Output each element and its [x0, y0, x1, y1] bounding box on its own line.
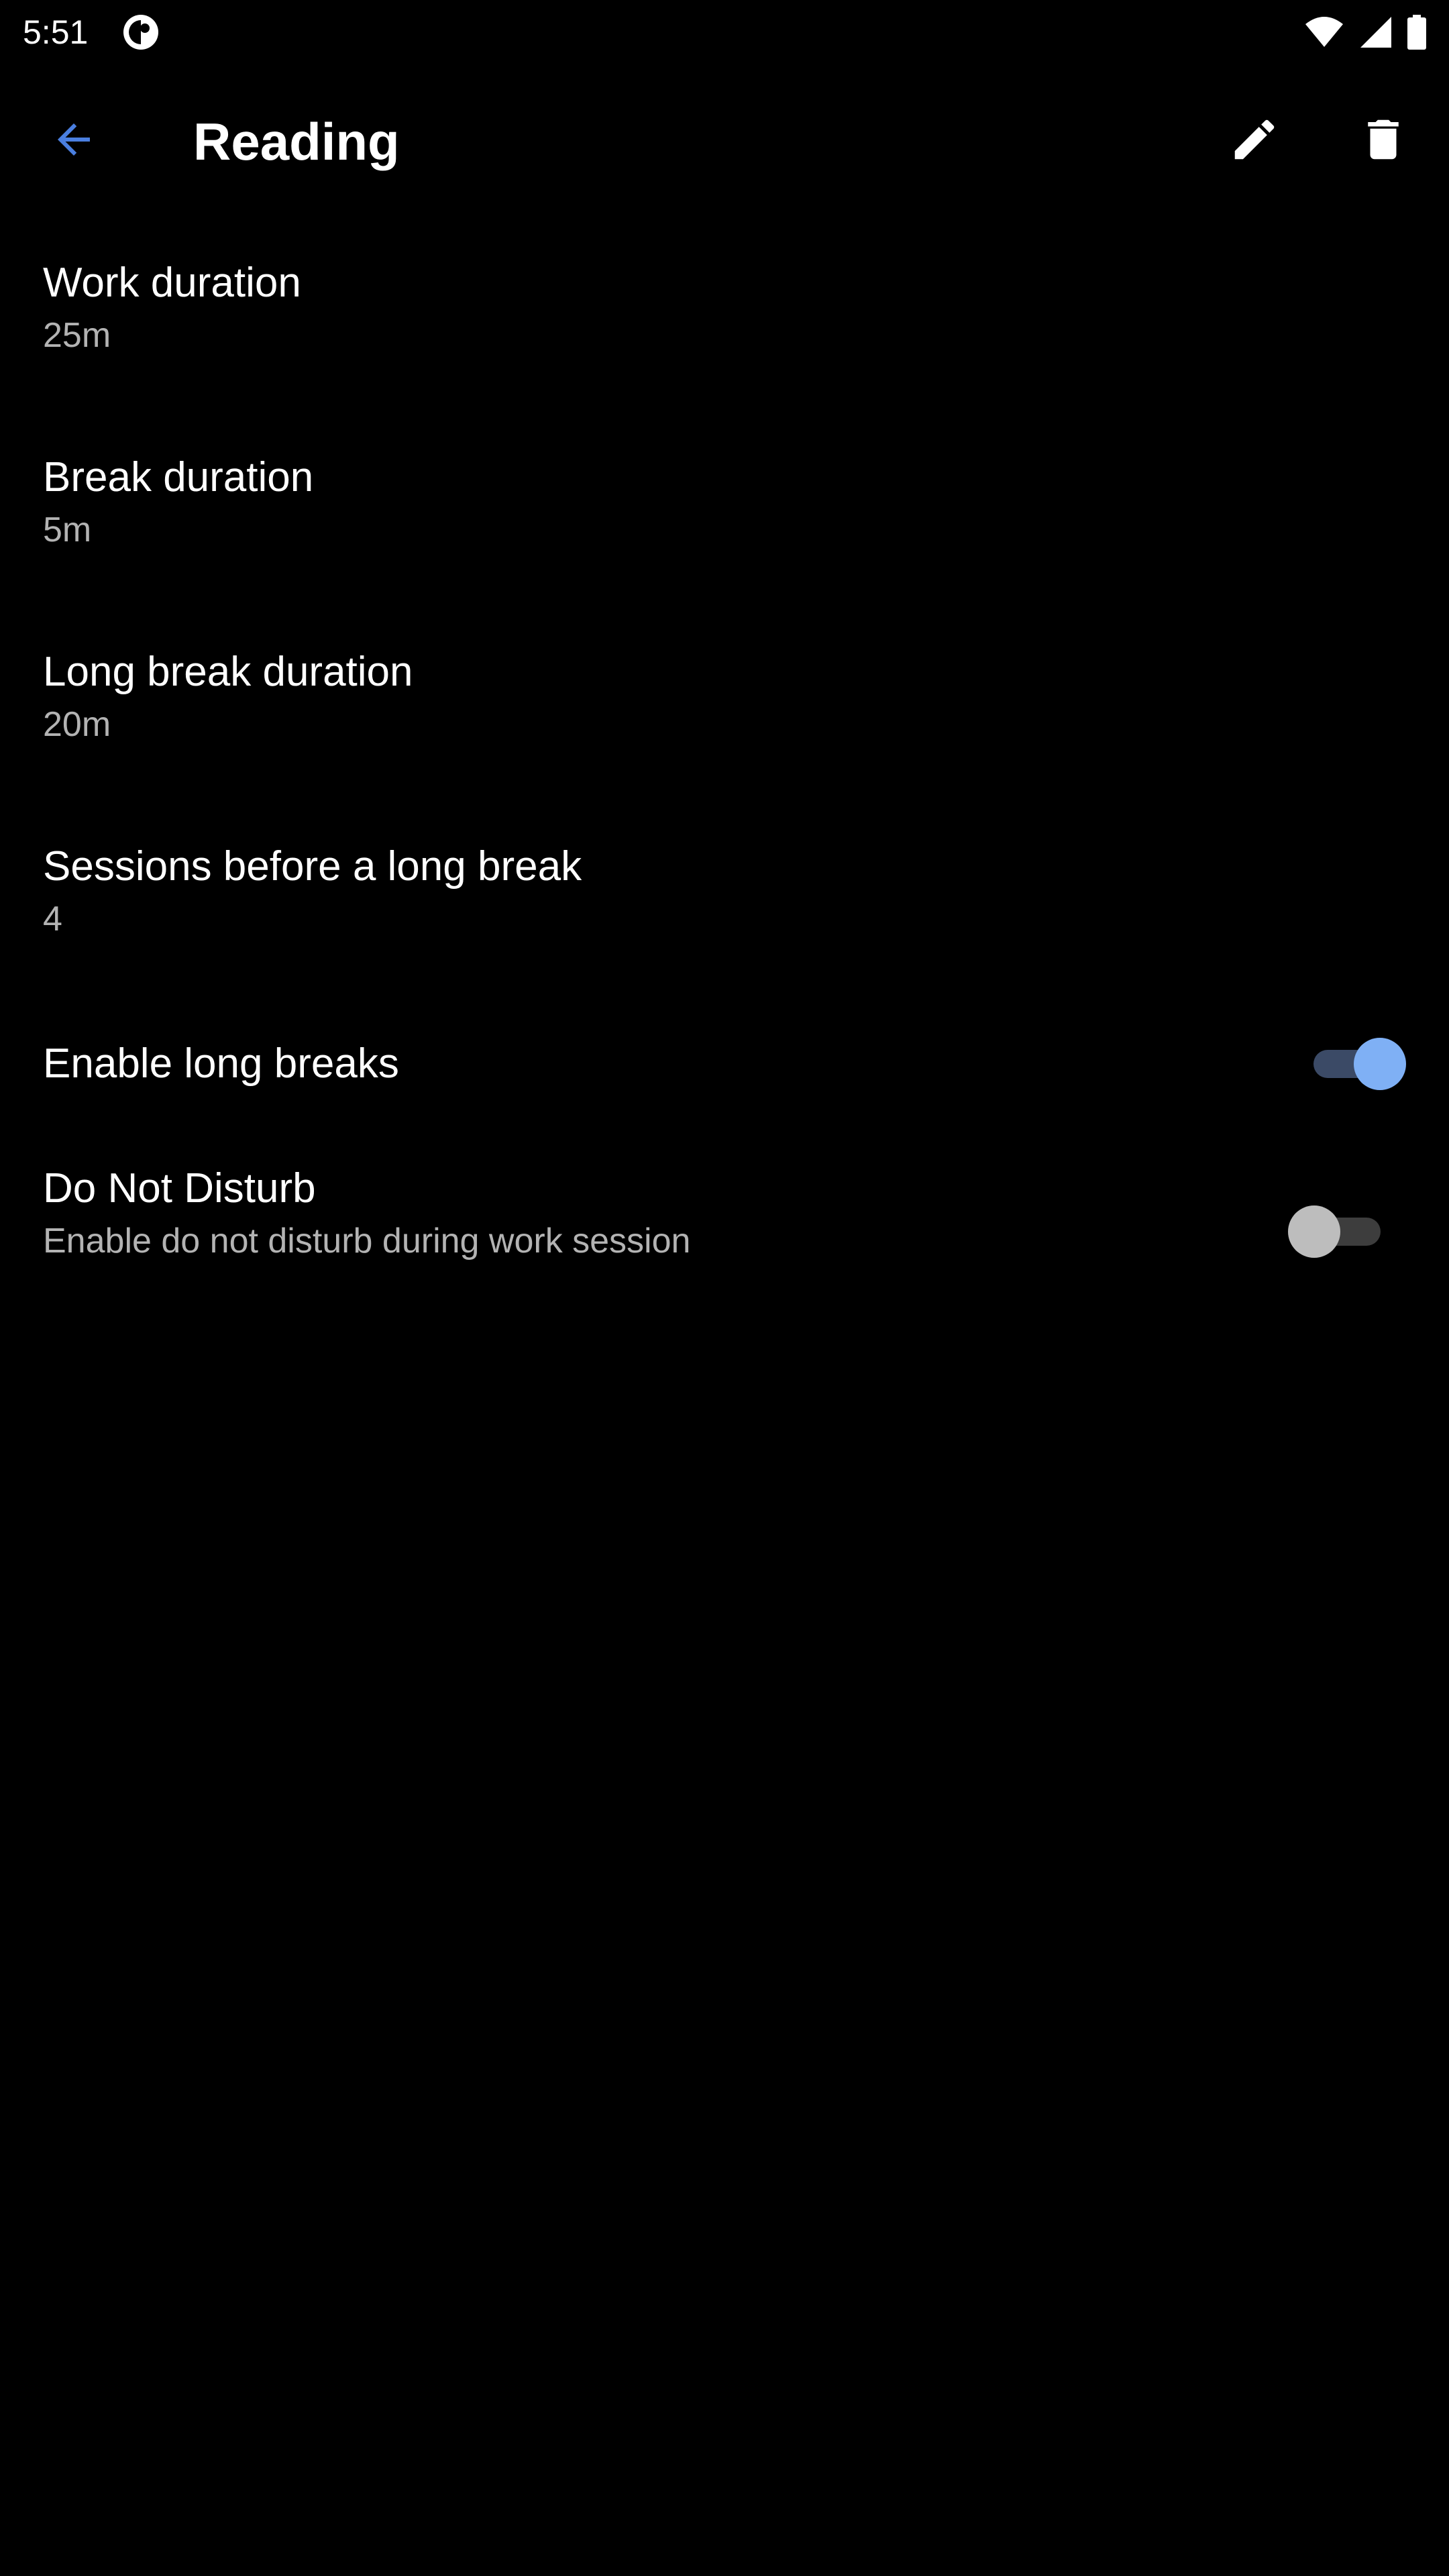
pref-sessions-before-long-break[interactable]: Sessions before a long break 4: [0, 798, 1449, 993]
pref-enable-long-breaks[interactable]: Enable long breaks: [0, 993, 1449, 1135]
status-icons: [1304, 12, 1426, 52]
pref-summary: 20m: [43, 705, 111, 744]
wifi-icon: [1304, 16, 1344, 48]
pref-title: Break duration: [43, 454, 314, 500]
pref-title: Work duration: [43, 260, 301, 306]
preference-list: Work duration 25m Break duration 5m Long…: [0, 215, 1449, 1330]
pref-title: Do Not Disturb: [43, 1165, 316, 1212]
battery-icon: [1407, 15, 1426, 50]
delete-button[interactable]: [1344, 102, 1422, 180]
pencil-icon: [1228, 113, 1281, 169]
pref-title: Long break duration: [43, 649, 413, 695]
status-time: 5:51: [23, 13, 89, 51]
back-button[interactable]: [35, 102, 113, 180]
enable-long-breaks-switch[interactable]: [1301, 1034, 1406, 1094]
pref-summary: 25m: [43, 316, 111, 355]
trash-icon: [1357, 113, 1409, 169]
pref-do-not-disturb[interactable]: Do Not Disturb Enable do not disturb dur…: [0, 1135, 1449, 1330]
pref-title: Sessions before a long break: [43, 843, 582, 890]
pref-summary: 5m: [43, 511, 92, 549]
switch-thumb: [1288, 1205, 1340, 1258]
edit-button[interactable]: [1216, 102, 1293, 180]
pref-break-duration[interactable]: Break duration 5m: [0, 409, 1449, 604]
arrow-left-icon: [50, 115, 98, 167]
page-title: Reading: [193, 112, 400, 171]
signal-icon: [1359, 15, 1393, 49]
pref-title: Enable long breaks: [43, 1040, 399, 1087]
pref-long-break-duration[interactable]: Long break duration 20m: [0, 604, 1449, 798]
switch-thumb: [1354, 1038, 1406, 1090]
pref-work-duration[interactable]: Work duration 25m: [0, 215, 1449, 409]
pref-summary: Enable do not disturb during work sessio…: [43, 1222, 691, 1260]
app-notification-icon: [122, 13, 160, 51]
do-not-disturb-switch[interactable]: [1288, 1201, 1393, 1262]
toolbar: Reading: [0, 64, 1449, 215]
status-bar: 5:51: [0, 0, 1449, 64]
pref-summary: 4: [43, 900, 62, 938]
